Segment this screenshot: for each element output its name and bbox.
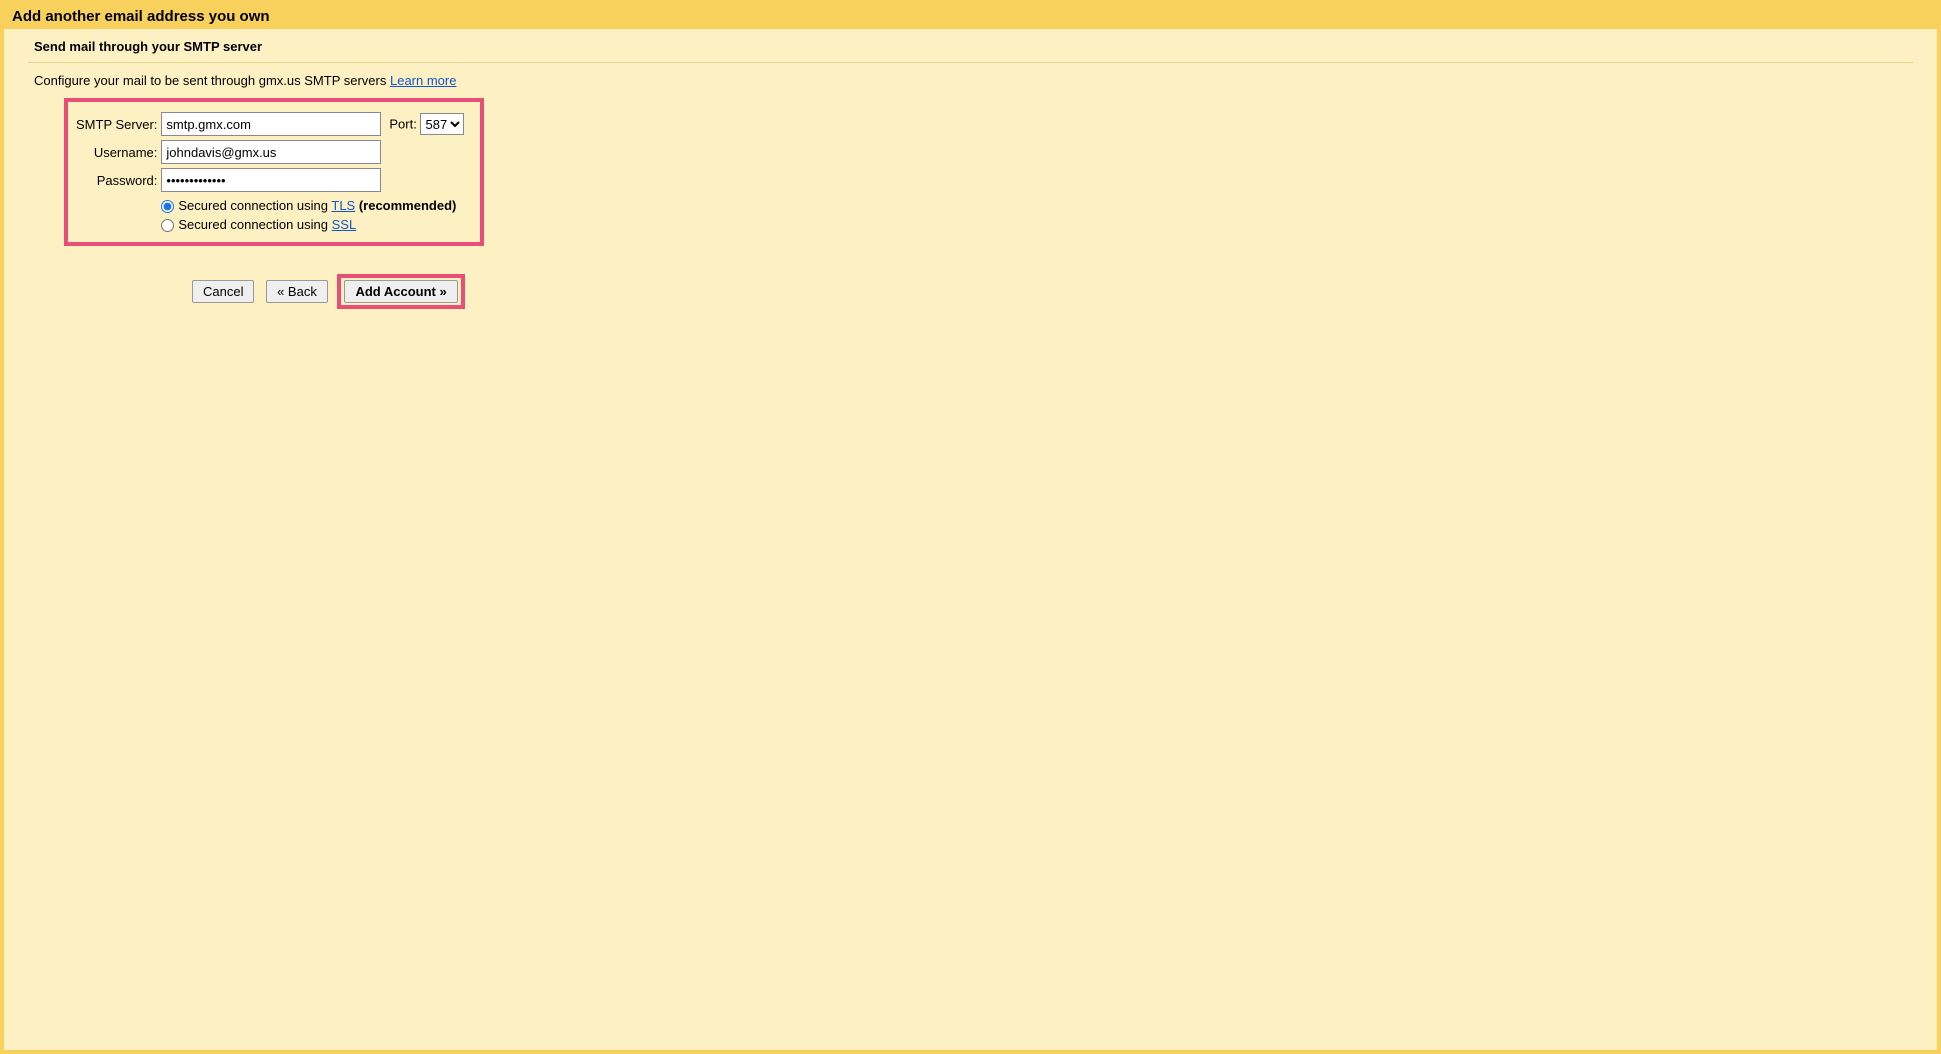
dialog-subtitle: Send mail through your SMTP server — [4, 29, 1937, 62]
tls-option[interactable]: Secured connection using TLS (recommende… — [161, 196, 464, 215]
dialog-container: Add another email address you own Send m… — [4, 4, 1937, 1050]
password-label: Password: — [74, 166, 159, 194]
dialog-title-bar: Add another email address you own — [4, 4, 1937, 29]
intro-message: Configure your mail to be sent through g… — [34, 73, 390, 88]
ssl-link[interactable]: SSL — [332, 217, 357, 232]
port-label: Port: — [389, 117, 416, 132]
username-row: Username: — [74, 138, 466, 166]
back-button[interactable]: « Back — [266, 280, 328, 303]
add-account-button[interactable]: Add Account » — [344, 280, 457, 303]
port-select[interactable]: 587 — [420, 113, 464, 135]
ssl-option[interactable]: Secured connection using SSL — [161, 215, 464, 234]
tls-recommended: (recommended) — [355, 198, 456, 213]
form-highlight-box: SMTP Server: Port: 587 Username: — [64, 98, 484, 246]
intro-text: Configure your mail to be sent through g… — [4, 63, 1937, 94]
tls-text-prefix: Secured connection using — [178, 198, 331, 213]
smtp-form-area: SMTP Server: Port: 587 Username: — [64, 98, 484, 309]
smtp-server-label: SMTP Server: — [74, 110, 159, 138]
smtp-form-table: SMTP Server: Port: 587 Username: — [74, 110, 466, 236]
dialog-title: Add another email address you own — [12, 8, 270, 25]
username-input[interactable] — [161, 140, 381, 164]
button-row: Cancel « Back Add Account » — [192, 274, 484, 309]
username-label: Username: — [74, 138, 159, 166]
cancel-button[interactable]: Cancel — [192, 280, 254, 303]
tls-row: Secured connection using TLS (recommende… — [74, 194, 466, 236]
tls-radio[interactable] — [161, 200, 174, 213]
add-account-highlight: Add Account » — [337, 274, 464, 309]
learn-more-link[interactable]: Learn more — [390, 73, 456, 88]
tls-link[interactable]: TLS — [331, 198, 355, 213]
password-input[interactable] — [161, 168, 381, 192]
ssl-radio[interactable] — [161, 219, 174, 232]
ssl-text-prefix: Secured connection using — [178, 217, 331, 232]
password-row: Password: — [74, 166, 466, 194]
smtp-server-input[interactable] — [161, 112, 381, 136]
smtp-server-row: SMTP Server: Port: 587 — [74, 110, 466, 138]
